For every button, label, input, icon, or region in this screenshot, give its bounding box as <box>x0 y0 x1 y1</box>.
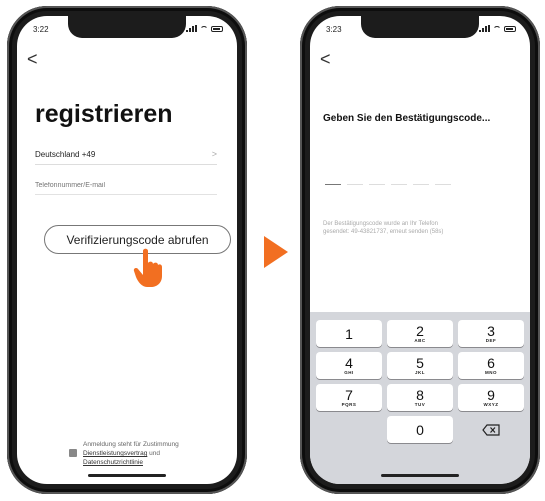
and-text: und <box>149 450 160 457</box>
page-title: Geben Sie den Bestätigungscode... <box>323 113 491 124</box>
numeric-keypad: 1 2 ABC 3 DEF 4 GHI 5 JKL 6 MNO 7 PQRS 8 TUV 9W… <box>310 312 530 484</box>
status-icons <box>186 25 223 32</box>
code-slot <box>391 184 407 185</box>
code-slot <box>435 184 451 185</box>
battery-icon <box>504 25 516 32</box>
code-slot <box>369 184 385 185</box>
right-arrow-icon <box>264 236 288 268</box>
battery-icon <box>211 25 223 32</box>
wifi-icon <box>493 25 501 32</box>
key-4[interactable]: 4 GHI <box>316 352 382 379</box>
back-button[interactable]: < <box>27 50 38 68</box>
key-7[interactable]: 7 PQRS <box>316 384 382 411</box>
key-5[interactable]: 5 JKL <box>387 352 453 379</box>
wifi-icon <box>200 25 208 32</box>
agreement-text: Anmeldung steht für Zustimmung Dienstlei… <box>83 440 179 467</box>
code-sent-info: Der Bestätigungscode wurde an Ihr Telefo… <box>323 220 516 236</box>
key-6[interactable]: 6 MNO <box>458 352 524 379</box>
pointing-hand-icon <box>133 248 162 287</box>
signal-icon <box>479 25 490 32</box>
home-indicator <box>381 474 459 477</box>
country-selector[interactable]: Deutschland +49 > <box>35 144 217 165</box>
code-slot <box>413 184 429 185</box>
back-button[interactable]: < <box>320 50 331 68</box>
key-3[interactable]: 3 DEF <box>458 320 524 347</box>
key-2[interactable]: 2 ABC <box>387 320 453 347</box>
notch <box>68 16 186 38</box>
info-line[interactable]: gesendet: 49-43821737, erneut senden (58… <box>323 228 516 236</box>
phone-email-input[interactable] <box>35 176 217 195</box>
country-value: Deutschland +49 <box>35 149 96 159</box>
status-icons <box>479 25 516 32</box>
verification-screen: 3:23 < Geben Sie den Bestätigungscode...… <box>310 16 530 484</box>
key-8[interactable]: 8 TUV <box>387 384 453 411</box>
phone-frame-left: 3:22 < registrieren Deutschland +49 > Ve… <box>7 6 247 494</box>
code-input[interactable] <box>325 184 451 185</box>
backspace-icon <box>482 423 500 436</box>
info-line: Der Bestätigungscode wurde an Ihr Telefo… <box>323 221 438 227</box>
agreement-section: Anmeldung steht für Zustimmung Dienstlei… <box>69 440 179 467</box>
privacy-policy-link[interactable]: Datenschutzrichtlinie <box>83 459 143 466</box>
status-time: 3:23 <box>326 25 342 34</box>
chevron-right-icon: > <box>211 149 217 159</box>
status-time: 3:22 <box>33 25 49 34</box>
page-title: registrieren <box>35 100 173 128</box>
key-1[interactable]: 1 <box>316 320 382 347</box>
register-screen: 3:22 < registrieren Deutschland +49 > Ve… <box>17 16 237 484</box>
code-slot <box>347 184 363 185</box>
code-slot <box>325 184 341 185</box>
agreement-line: Anmeldung steht für Zustimmung <box>83 441 179 448</box>
notch <box>361 16 479 38</box>
service-agreement-link[interactable]: Dienstleistungsvertrag <box>83 450 147 457</box>
key-9[interactable]: 9 WXYZ <box>458 384 524 411</box>
home-indicator <box>88 474 166 477</box>
key-0[interactable]: 0 <box>387 416 453 443</box>
phone-frame-right: 3:23 < Geben Sie den Bestätigungscode...… <box>300 6 540 494</box>
delete-key[interactable] <box>458 416 524 443</box>
agreement-checkbox[interactable] <box>69 449 77 457</box>
signal-icon <box>186 25 197 32</box>
